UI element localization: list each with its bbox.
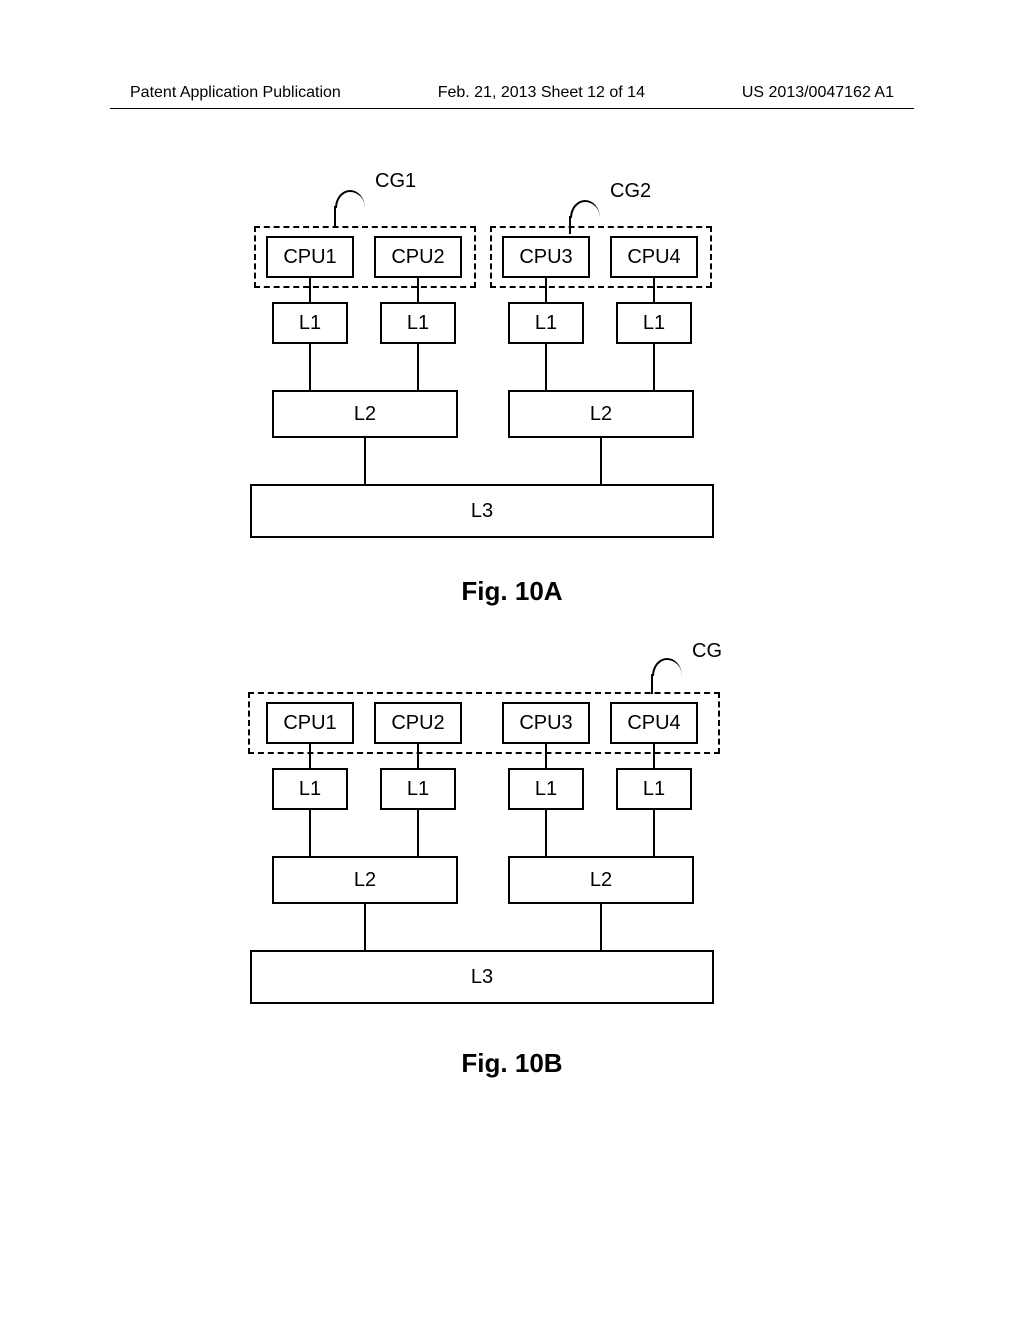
cg-label: CG — [692, 640, 722, 663]
l1-box-2-b: L1 — [380, 768, 456, 810]
l3-box: L3 — [250, 484, 714, 538]
conn-l1-1-l2 — [309, 344, 311, 392]
header-left: Patent Application Publication — [130, 84, 341, 102]
conn-cpu3-l1-b — [545, 744, 547, 770]
cg1-leader-line — [334, 206, 336, 226]
page-header: Patent Application Publication Feb. 21, … — [0, 84, 1024, 102]
conn-l1-4-l2-b — [653, 810, 655, 858]
conn-l1-2-l2 — [417, 344, 419, 392]
cg1-label: CG1 — [375, 170, 416, 193]
l1-box-3: L1 — [508, 302, 584, 344]
l2-box-1-b: L2 — [272, 856, 458, 904]
conn-cpu1-l1-b — [309, 744, 311, 770]
l1-box-1-b: L1 — [272, 768, 348, 810]
cg-leader-arc — [652, 658, 682, 676]
l3-box-b: L3 — [250, 950, 714, 1004]
conn-l1-1-l2-b — [309, 810, 311, 858]
l2-box-2-b: L2 — [508, 856, 694, 904]
l1-box-2: L1 — [380, 302, 456, 344]
cg-leader-line — [651, 674, 653, 694]
cpu3-box-b: CPU3 — [502, 702, 590, 744]
conn-l2-2-l3-b — [600, 904, 602, 952]
figure-10a-caption: Fig. 10A — [461, 576, 562, 607]
conn-cpu4-l1-b — [653, 744, 655, 770]
l1-box-4-b: L1 — [616, 768, 692, 810]
figure-10a: CG1 CG2 CPU1 CPU2 CPU3 CPU4 L1 L1 L1 L1 … — [0, 170, 1024, 630]
cpu4-box-b: CPU4 — [610, 702, 698, 744]
conn-cpu1-l1 — [309, 278, 311, 304]
cpu3-box: CPU3 — [502, 236, 590, 278]
conn-l1-2-l2-b — [417, 810, 419, 858]
conn-l2-1-l3-b — [364, 904, 366, 952]
cpu1-box-b: CPU1 — [266, 702, 354, 744]
cpu4-box: CPU4 — [610, 236, 698, 278]
conn-l1-4-l2 — [653, 344, 655, 392]
cpu2-box: CPU2 — [374, 236, 462, 278]
conn-l1-3-l2 — [545, 344, 547, 392]
conn-l2-1-l3 — [364, 438, 366, 486]
l1-box-4: L1 — [616, 302, 692, 344]
conn-cpu4-l1 — [653, 278, 655, 304]
l1-box-3-b: L1 — [508, 768, 584, 810]
figure-10b: CG CPU1 CPU2 CPU3 CPU4 L1 L1 L1 L1 L2 L2… — [0, 640, 1024, 1150]
cg1-leader-arc — [335, 190, 365, 208]
l2-box-1: L2 — [272, 390, 458, 438]
cpu2-box-b: CPU2 — [374, 702, 462, 744]
cpu1-box: CPU1 — [266, 236, 354, 278]
conn-cpu3-l1 — [545, 278, 547, 304]
l2-box-2: L2 — [508, 390, 694, 438]
conn-l2-2-l3 — [600, 438, 602, 486]
conn-cpu2-l1-b — [417, 744, 419, 770]
figure-10b-caption: Fig. 10B — [461, 1048, 562, 1079]
cg2-label: CG2 — [610, 180, 651, 203]
header-center: Feb. 21, 2013 Sheet 12 of 14 — [438, 84, 645, 102]
conn-l1-3-l2-b — [545, 810, 547, 858]
l1-box-1: L1 — [272, 302, 348, 344]
conn-cpu2-l1 — [417, 278, 419, 304]
header-right: US 2013/0047162 A1 — [742, 84, 894, 102]
cg2-leader-arc — [570, 200, 600, 218]
header-divider — [110, 108, 914, 109]
